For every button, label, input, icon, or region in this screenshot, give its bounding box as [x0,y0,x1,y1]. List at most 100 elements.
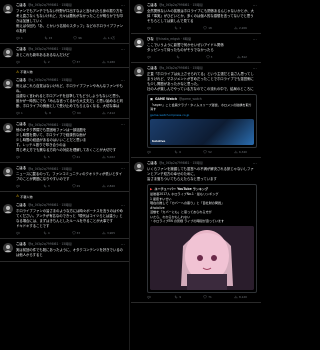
more-icon[interactable]: ··· [121,122,125,128]
more-icon[interactable]: ··· [253,3,257,9]
avatar[interactable] [134,38,144,49]
views-button[interactable]: 2,840 [102,184,115,188]
reply-button[interactable] [16,231,21,235]
reply-button[interactable] [16,155,21,160]
like-button[interactable]: 71 [203,295,212,299]
repost-icon [43,60,47,64]
post-author[interactable]: こはる [16,166,26,171]
more-icon[interactable]: ··· [121,78,125,84]
avatar[interactable] [134,161,144,172]
repost-button[interactable]: 4 [43,231,50,235]
reply-button[interactable] [147,295,152,299]
avatar[interactable] [134,4,144,14]
avatar[interactable] [3,4,13,14]
repost-icon [44,36,48,40]
post[interactable]: ··· こはる @q_0t3p2q7998l61 · 15時間 あとこれも新年ある… [0,44,129,69]
reply-button[interactable]: 1 [16,111,23,116]
warning-text: 不審人物 [20,70,33,75]
more-icon[interactable]: ··· [253,161,257,167]
repost-count: 9 [179,294,181,299]
views-button[interactable]: 2,206 [234,26,247,30]
more-icon[interactable]: ··· [253,37,257,43]
repost-button[interactable]: 6 [174,150,181,154]
post[interactable]: ··· こはる @q_0t3p2q7998l61 · 15時間 例えばこれら自覚は… [0,75,129,120]
reply-button[interactable] [147,150,152,154]
like-button[interactable]: 96 [73,36,82,40]
repost-button[interactable] [176,55,181,59]
post[interactable]: ··· こはる @q_0t3p2q7998l61 · 15時間 ホロライブファンの… [0,200,129,239]
more-icon[interactable]: ··· [121,3,125,9]
views-button[interactable]: 6,340 [234,150,247,154]
post-author[interactable]: こはる [147,3,157,8]
views-button[interactable]: 5,022 [102,155,115,159]
like-button[interactable]: 52 [203,150,212,154]
post[interactable]: ··· こはる @q_0t3p2q7998l61 · 15時間 他のオタク界隈でも… [0,119,129,164]
more-icon[interactable]: ··· [121,166,125,172]
avatar[interactable] [3,167,13,178]
reply-button[interactable] [147,26,152,30]
like-button[interactable]: 64 [72,111,81,115]
more-icon[interactable]: ··· [253,66,257,72]
post[interactable]: ··· こはる @q_0t3p2q7998l61 · 15時間 全然関係ない人の拡… [131,0,261,35]
views-icon [234,295,238,298]
views-button[interactable]: 7,412 [102,111,115,115]
like-button[interactable]: 33 [71,231,80,235]
repost-button[interactable]: 5 [43,155,50,159]
post-author[interactable]: こはる [16,47,26,52]
post-text: あとこれも新年あるあるなんだけど [16,53,70,57]
like-button[interactable]: 41 [71,155,80,159]
post-author[interactable]: こはる [16,122,26,127]
post[interactable]: ··· ひな @hinata_mtgsh · 6時間 ここでいうように影響で何かせ… [131,34,261,64]
avatar[interactable] [3,242,13,253]
avatar[interactable] [3,123,13,134]
repost-button[interactable]: 2 [43,60,50,64]
views-button[interactable]: 1.1万 [103,36,115,40]
like-button[interactable]: 3 [205,55,212,59]
post[interactable]: ··· こはる @q_0t3p2q7998l61 · 15時間 いくらファンを擁護… [131,158,261,303]
repost-icon [176,55,180,59]
repost-button[interactable]: 3 [43,184,50,188]
reply-button[interactable] [147,55,152,60]
avatar[interactable] [134,67,144,78]
reply-button[interactable] [16,60,21,65]
link-card[interactable]: ▣ GAME Watch @game_watch 「sayan」こと会員クラブ・タイ… [147,94,257,148]
repost-button[interactable]: 9 [174,295,181,299]
post[interactable]: ··· こはる @q_0t3p2q7998l61 · 15時間 正直「ホロライブは… [131,63,261,158]
reply-button[interactable]: 1 [16,36,23,41]
avatar[interactable] [3,203,13,214]
post-author[interactable]: こはる [147,161,157,166]
heart-icon [72,111,76,115]
avatar[interactable] [3,48,13,59]
post-author[interactable]: こはる [16,3,26,8]
more-icon[interactable]: ··· [121,242,125,248]
views-button[interactable]: 812 [237,55,247,59]
post-author[interactable]: ひな [147,37,154,42]
post-author[interactable]: こはる [147,66,157,71]
post[interactable]: ··· こはる @q_0t3p2q7998l61 · 15時間 実は前回の件でも既… [0,239,129,262]
thumbnail-label: hololive [152,138,166,143]
post-author[interactable]: こはる [16,78,26,83]
card-link[interactable]: game.watch.impress.co.jp [150,113,254,117]
post-author[interactable]: こはる [16,242,26,247]
card-thumbnail[interactable]: hololive [150,118,254,145]
like-button[interactable]: 37 [71,60,80,64]
quote-image[interactable] [150,225,254,290]
repost-button[interactable]: 15 [44,36,52,40]
like-button[interactable]: 29 [71,184,80,188]
post-author[interactable]: こはる [16,203,26,208]
more-icon[interactable]: ··· [121,47,125,53]
avatar[interactable] [3,79,13,90]
more-icon[interactable]: ··· [121,203,125,209]
repost-button[interactable]: 1 [174,26,181,30]
heart-icon [203,26,207,30]
reply-button[interactable] [16,184,21,189]
quoted-post[interactable]: ▶ ユーチューバー YouTube ランキング 最後者2017人 ホロライブNo.… [147,183,257,293]
views-button[interactable]: 3,905 [102,231,115,235]
views-button[interactable]: 3,180 [102,60,115,64]
views-button[interactable]: 8,120 [234,295,247,299]
repost-button[interactable]: 8 [44,111,51,115]
post[interactable]: ··· こはる @q_0t3p2q7998l61 · 15時間 ファンでもアンチで… [0,0,129,45]
like-button[interactable]: 18 [203,26,212,30]
post[interactable]: ··· こはる @q_0t3p2q7998l61 · 15時間 ニュースに載るのっ… [0,163,129,193]
views-icon [102,60,106,64]
